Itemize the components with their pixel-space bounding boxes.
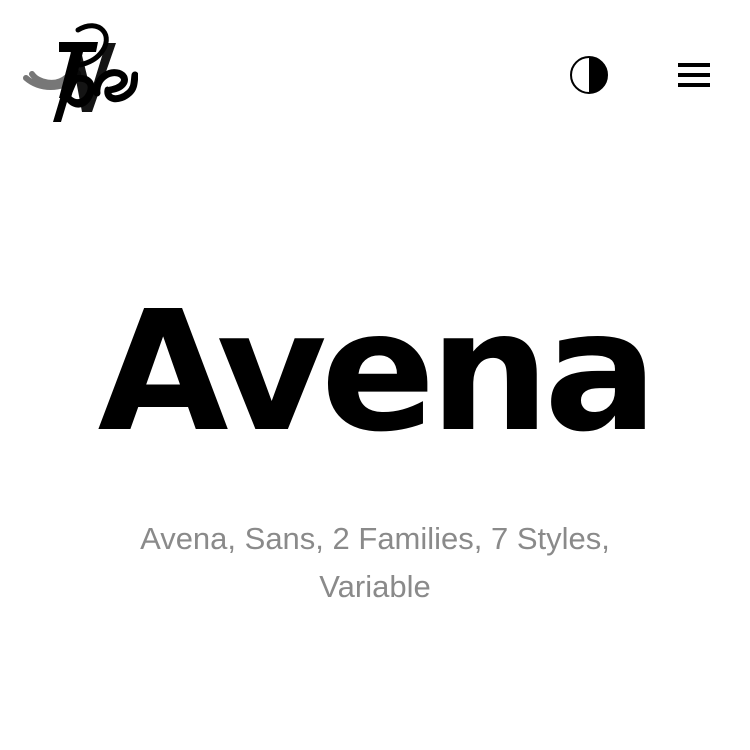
font-name-title: Avena — [97, 276, 659, 469]
contrast-icon — [570, 56, 608, 94]
theme-toggle-button[interactable] — [568, 54, 610, 96]
font-metadata: Avena, Sans, 2 Families, 7 Styles, Varia… — [140, 521, 610, 604]
site-header — [0, 0, 750, 150]
type-logo-icon — [23, 23, 138, 122]
font-title-section: Avena — [0, 290, 750, 456]
menu-button[interactable] — [674, 56, 714, 94]
type-logo[interactable] — [22, 20, 138, 128]
hamburger-menu-icon — [678, 63, 710, 87]
